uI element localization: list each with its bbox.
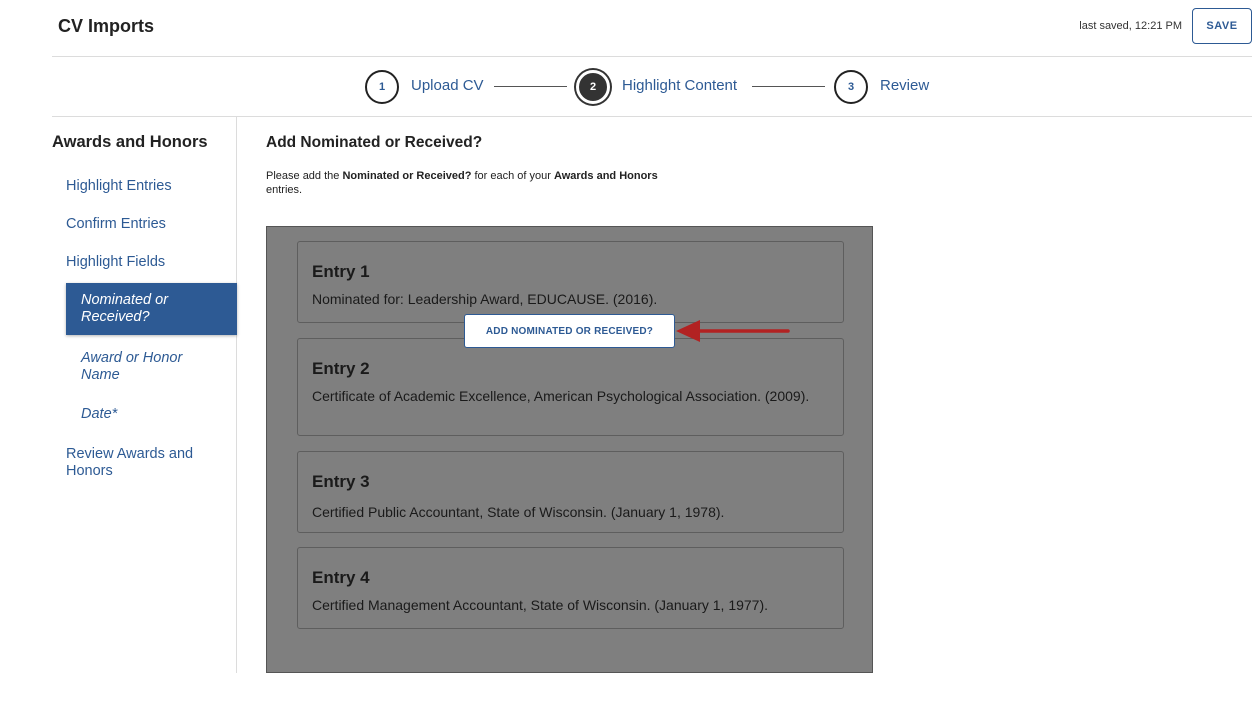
sidebar-item-highlight-entries[interactable]: Highlight Entries [66,178,172,195]
instructions-suffix: entries. [266,184,303,196]
sidebar-item-nominated-or-received[interactable]: Nominated or Received? [66,283,237,335]
entry-title: Entry 4 [312,568,370,587]
entry-text: Nominated for: Leadership Award, EDUCAUS… [312,291,658,307]
step-2-circle[interactable]: 2 [576,70,610,104]
sidebar-title: Awards and Honors [52,133,208,151]
progress-stepper: 1 Upload CV 2 Highlight Content 3 Review [52,57,1252,117]
entry-card[interactable]: Entry 1 Nominated for: Leadership Award,… [297,241,844,323]
add-nominated-or-received-button[interactable]: ADD NOMINATED OR RECEIVED? [464,314,675,348]
entry-title: Entry 2 [312,359,370,378]
instructions-middle: for each of your [471,170,554,182]
sidebar-item-date[interactable]: Date* [81,406,221,423]
instructions-field-name: Nominated or Received? [342,170,472,182]
entry-text: Certified Public Accountant, State of Wi… [312,504,725,520]
last-saved-status: last saved, 12:21 PM [1079,20,1182,32]
sidebar-item-review-awards-and-honors[interactable]: Review Awards and Honors [66,446,216,480]
instructions-section-name: Awards and Honors [553,170,658,182]
entry-card[interactable]: Entry 3 Certified Public Accountant, Sta… [297,451,844,533]
sidebar-item-highlight-fields[interactable]: Highlight Fields [66,254,165,271]
sidebar-item-award-or-honor-name[interactable]: Award or Honor Name [81,350,221,384]
top-bar: CV Imports last saved, 12:21 PM SAVE [52,0,1252,57]
step-1-circle[interactable]: 1 [365,70,399,104]
step-connector [494,86,567,87]
save-button[interactable]: SAVE [1192,8,1252,44]
entry-text: Certificate of Academic Excellence, Amer… [312,388,810,404]
entries-panel: Entry 1 Nominated for: Leadership Award,… [266,226,873,673]
instructions-prefix: Please add the [266,170,343,182]
instructions-text: Please add the Nominated or Received? fo… [266,169,666,197]
entry-title: Entry 3 [312,472,370,491]
red-arrow-icon [676,320,790,342]
step-connector [752,86,825,87]
page-title: CV Imports [58,16,155,36]
section-heading: Add Nominated or Received? [266,134,483,151]
entry-text: Certified Management Accountant, State o… [312,597,769,613]
sidebar-item-confirm-entries[interactable]: Confirm Entries [66,216,166,233]
sidebar-item-label: Nominated or Received? [81,292,169,325]
step-3-circle[interactable]: 3 [834,70,868,104]
step-2-label[interactable]: Highlight Content [622,77,737,94]
step-3-label[interactable]: Review [880,77,929,94]
entry-card[interactable]: Entry 2 Certificate of Academic Excellen… [297,338,844,436]
entry-card[interactable]: Entry 4 Certified Management Accountant,… [297,547,844,629]
sidebar: Awards and Honors Highlight Entries Conf… [52,117,237,673]
step-1-label[interactable]: Upload CV [411,77,484,94]
entry-title: Entry 1 [312,262,370,281]
